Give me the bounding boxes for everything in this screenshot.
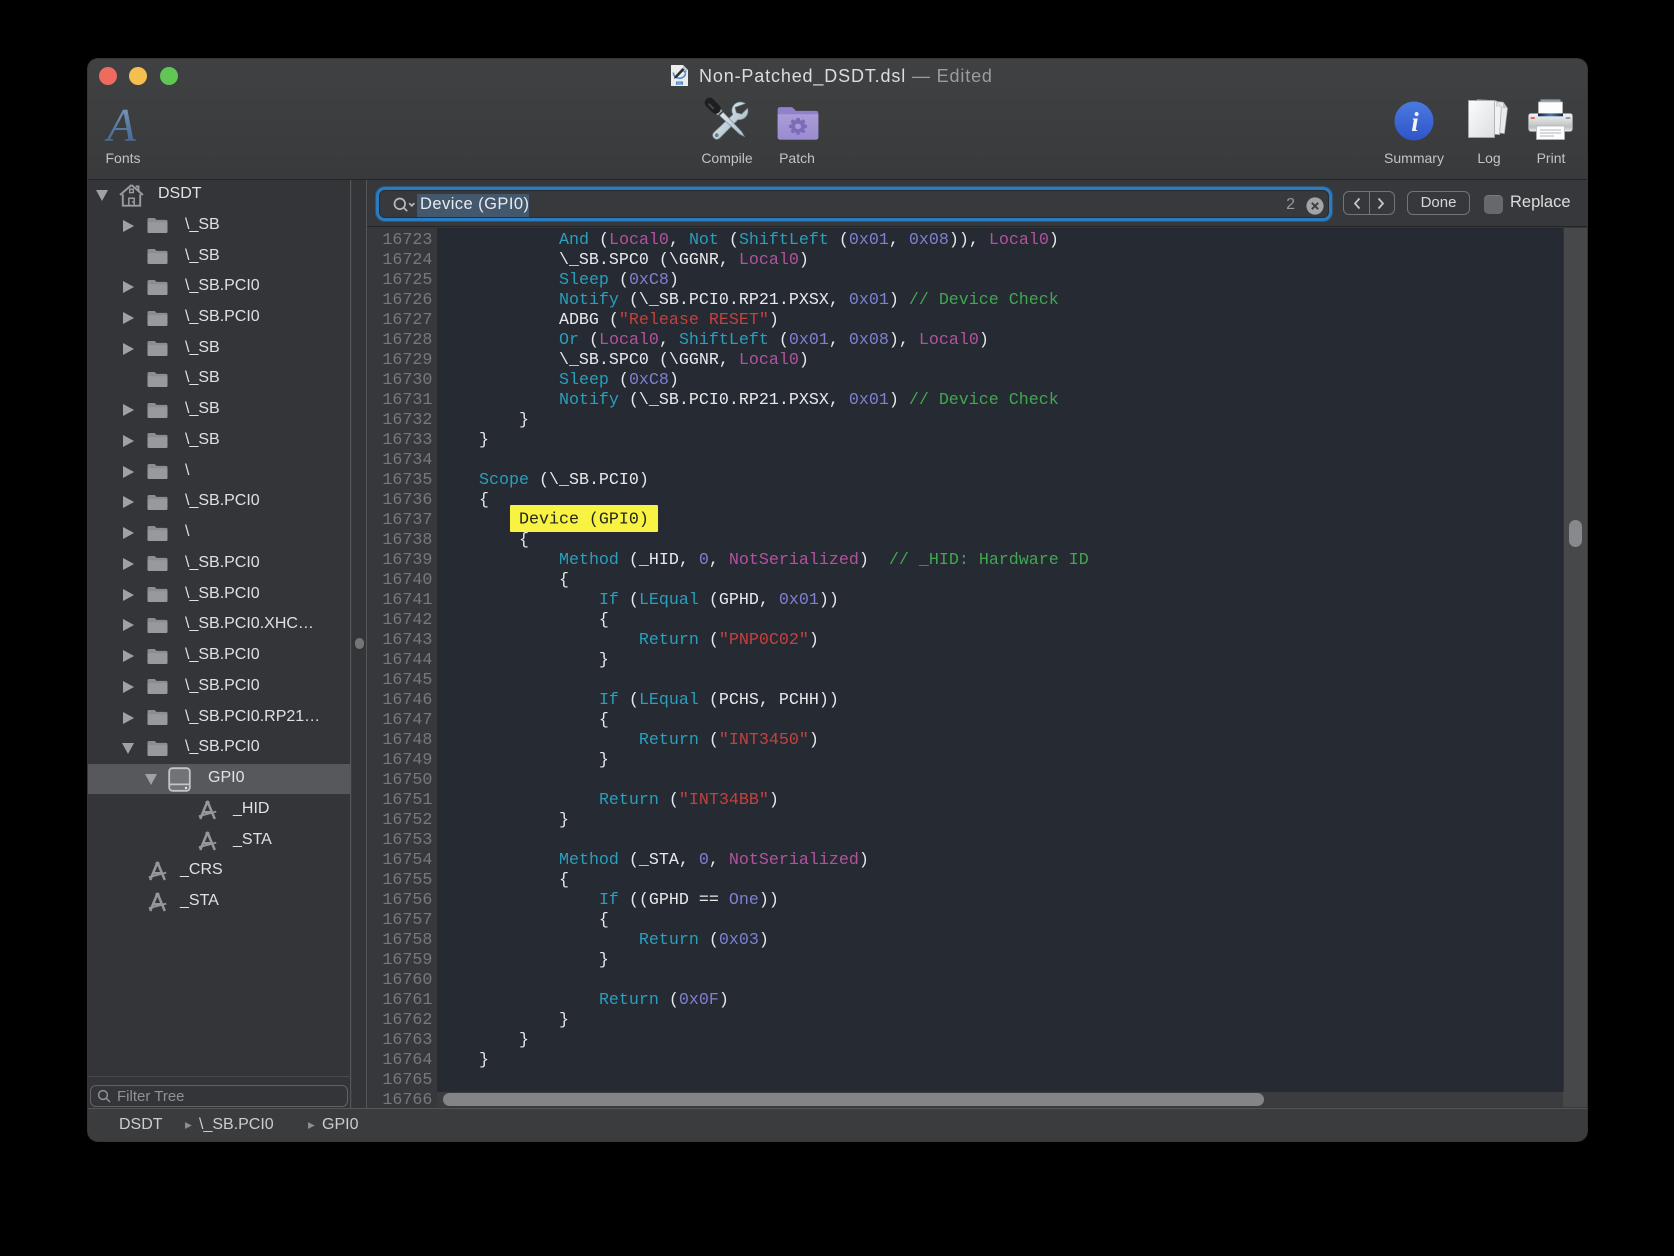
svg-text:DSL: DSL [677, 81, 683, 85]
svg-text:i: i [1411, 107, 1419, 137]
svg-text:A: A [104, 104, 136, 150]
